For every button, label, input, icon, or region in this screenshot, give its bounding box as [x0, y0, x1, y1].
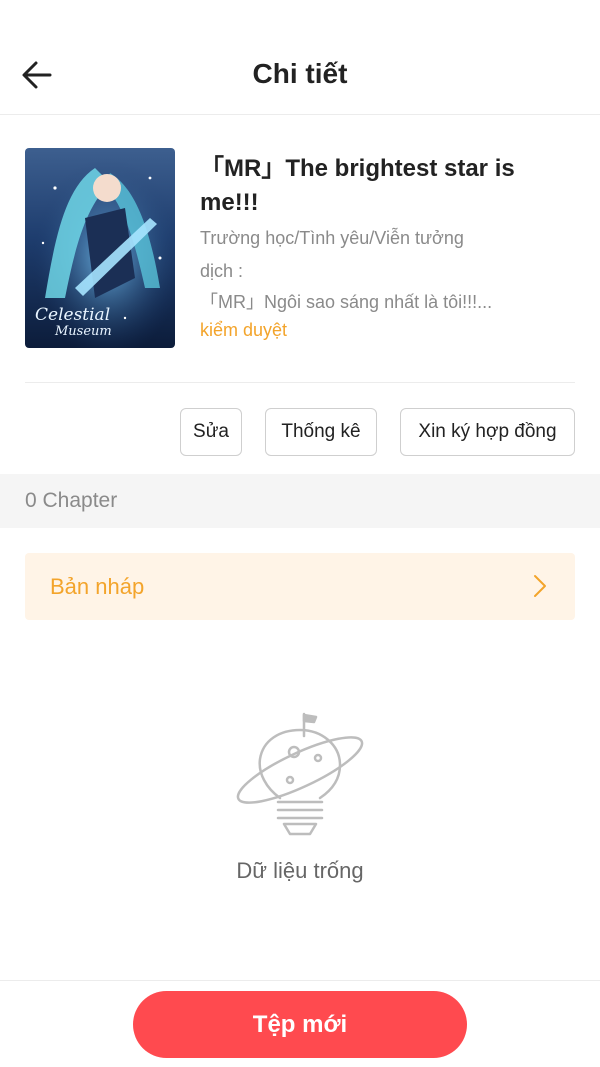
request-contract-button[interactable]: Xin ký hợp đồng: [400, 408, 575, 456]
draft-label: Bản nháp: [50, 573, 145, 599]
translated-title: 「MR」Ngôi sao sáng nhất là tôi!!!...: [200, 292, 493, 312]
new-file-button[interactable]: Tệp mới: [133, 991, 467, 1058]
book-cover-image[interactable]: Celestial Museum: [25, 148, 175, 348]
empty-state-text: Dữ liệu trống: [236, 858, 364, 883]
statistics-button[interactable]: Thống kê: [265, 408, 377, 456]
page-title: Chi tiết: [252, 58, 348, 89]
book-info: Celestial Museum 「MR」The brightest star …: [25, 148, 575, 383]
book-genres: Trường học/Tình yêu/Viễn tưởng: [200, 228, 464, 248]
chapter-count: 0 Chapter: [25, 489, 118, 512]
header: Chi tiết: [0, 0, 600, 115]
action-buttons: Sửa Thống kê Xin ký hợp đồng: [0, 408, 600, 456]
svg-text:Museum: Museum: [54, 324, 112, 339]
edit-button[interactable]: Sửa: [180, 408, 242, 456]
chevron-right-icon: [534, 575, 546, 597]
draft-row[interactable]: Bản nháp: [25, 553, 575, 620]
chapter-count-bar: 0 Chapter: [0, 474, 600, 528]
planet-lightbulb-icon: [236, 712, 364, 836]
review-status-badge: kiểm duyệt: [200, 320, 288, 340]
svg-text:Celestial: Celestial: [35, 305, 110, 325]
book-title: 「MR」The brightest star is me!!!: [200, 155, 515, 216]
bottom-bar: Tệp mới: [0, 980, 600, 1067]
book-detail-page: Chi tiết Celestial Museum 「MR」The bright…: [0, 0, 600, 1067]
translation-label: dịch :: [200, 261, 244, 281]
